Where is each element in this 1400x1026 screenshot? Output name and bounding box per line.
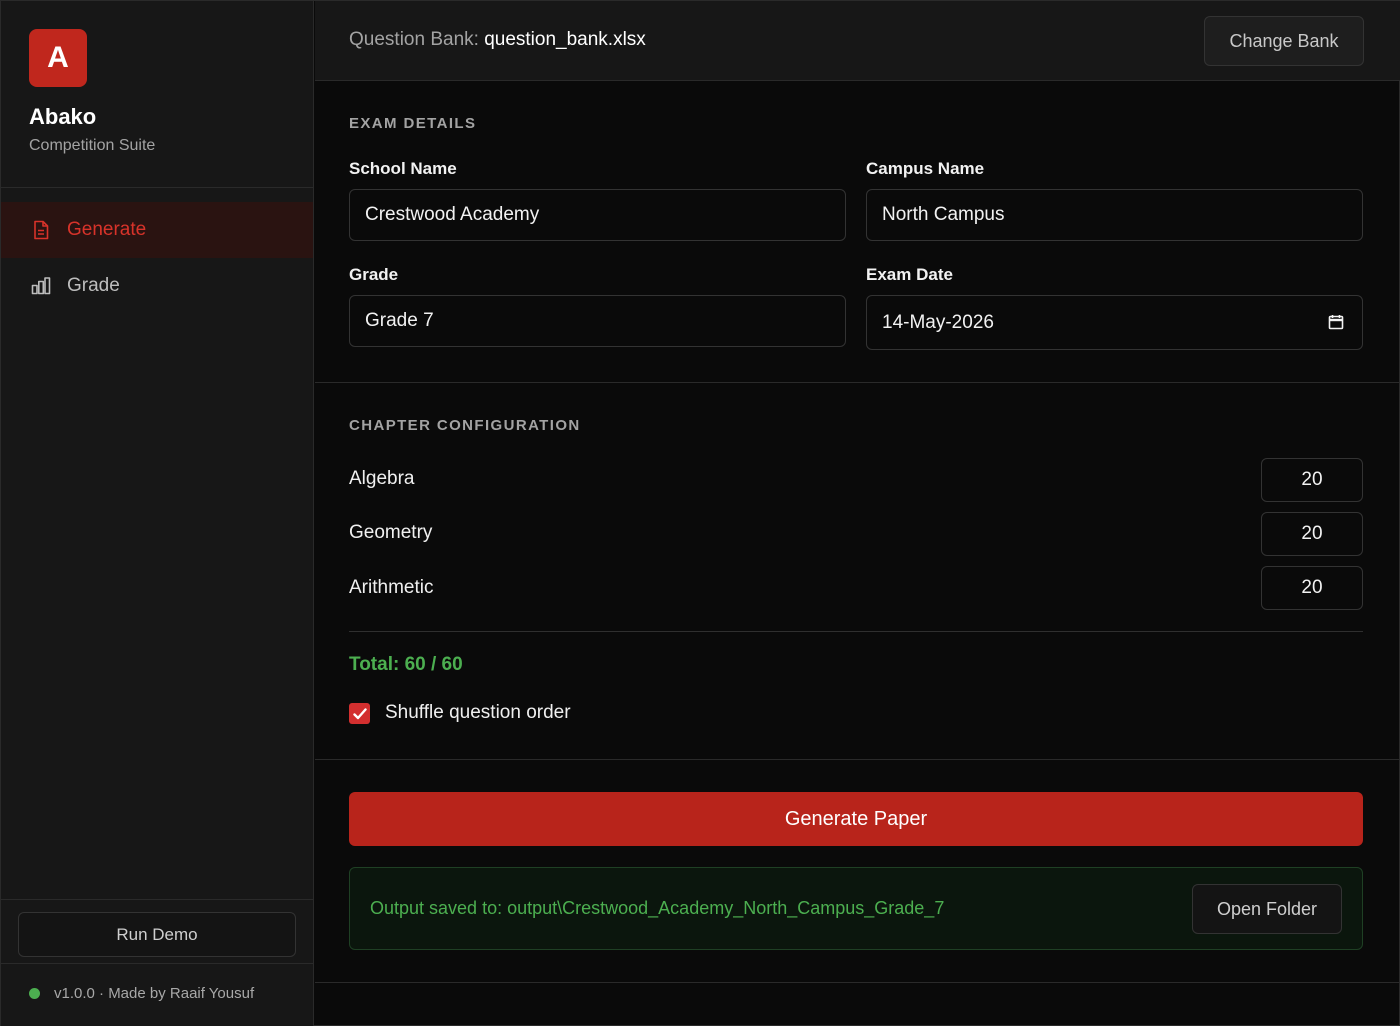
sidebar-divider (1, 187, 314, 188)
total-count: Total: 60 / 60 (349, 654, 463, 675)
chapter-config-heading: CHAPTER CONFIGURATION (349, 417, 581, 434)
question-bank-info: Question Bank: question_bank.xlsx (349, 29, 646, 51)
document-icon (31, 220, 51, 240)
change-bank-button[interactable]: Change Bank (1204, 16, 1364, 66)
sidebar-item-label: Generate (67, 219, 147, 240)
version-status: v1.0.0 · Made by Raaif Yousuf (29, 985, 254, 1002)
school-name-label: School Name (349, 159, 457, 178)
bar-chart-icon (31, 276, 51, 296)
exam-date-value: 14-May-2026 (882, 311, 994, 333)
sidebar: A Abako Competition Suite Generate Grade… (1, 1, 314, 1026)
status-dot-icon (29, 988, 40, 999)
school-name-input[interactable]: Crestwood Academy (349, 189, 846, 241)
chapter-count-input[interactable]: 20 (1261, 512, 1363, 556)
campus-name-label: Campus Name (866, 159, 985, 178)
chapter-count-input[interactable]: 20 (1261, 566, 1363, 610)
chapter-count-input[interactable]: 20 (1261, 458, 1363, 502)
output-notice: Output saved to: output\Crestwood_Academ… (349, 867, 1363, 950)
campus-name-input[interactable]: North Campus (866, 189, 1363, 241)
version-text: v1.0.0 · Made by Raaif Yousuf (54, 985, 255, 1002)
shuffle-label[interactable]: Shuffle question order (385, 702, 571, 724)
grade-label: Grade (349, 265, 399, 284)
question-bank-label: Question Bank: (349, 29, 479, 50)
question-bank-file: question_bank.xlsx (484, 29, 646, 50)
brand: A (29, 29, 87, 87)
sidebar-item-label: Grade (67, 275, 120, 296)
chapter-count-value: 20 (1301, 577, 1323, 598)
generate-paper-button[interactable]: Generate Paper (349, 792, 1363, 846)
grade-input[interactable]: Grade 7 (349, 295, 846, 347)
run-demo-button[interactable]: Run Demo (18, 912, 296, 957)
calendar-icon[interactable] (1328, 314, 1344, 336)
checkmark-icon (352, 707, 367, 719)
sidebar-item-generate[interactable]: Generate (1, 202, 313, 258)
app-window: A Abako Competition Suite Generate Grade… (0, 0, 1400, 1026)
sidebar-item-grade[interactable]: Grade (1, 258, 313, 314)
chapter-divider (349, 631, 1363, 632)
app-name: Abako (29, 104, 97, 129)
top-bar: Question Bank: question_bank.xlsx Change… (315, 1, 1400, 81)
exam-details-heading: EXAM DETAILS (349, 115, 477, 132)
open-folder-button[interactable]: Open Folder (1192, 884, 1342, 934)
exam-date-input[interactable]: 14-May-2026 (866, 295, 1363, 350)
chapter-count-value: 20 (1301, 523, 1323, 544)
app-subtitle: Competition Suite (29, 137, 156, 154)
shuffle-checkbox[interactable] (349, 703, 370, 724)
chapter-name: Algebra (349, 468, 415, 489)
chapter-count-value: 20 (1301, 469, 1323, 490)
school-name-value: Crestwood Academy (365, 204, 540, 225)
app-logo: A (29, 29, 87, 87)
chapter-name: Arithmetic (349, 577, 434, 598)
exam-date-label: Exam Date (866, 265, 953, 284)
section-divider (315, 759, 1400, 760)
sidebar-divider (1, 963, 314, 964)
chapter-name: Geometry (349, 522, 433, 543)
section-divider (315, 982, 1400, 983)
section-divider (315, 382, 1400, 383)
grade-value: Grade 7 (365, 310, 434, 331)
sidebar-divider (1, 899, 314, 900)
output-path-text: Output saved to: output\Crestwood_Academ… (370, 898, 945, 918)
campus-name-value: North Campus (882, 204, 1005, 225)
